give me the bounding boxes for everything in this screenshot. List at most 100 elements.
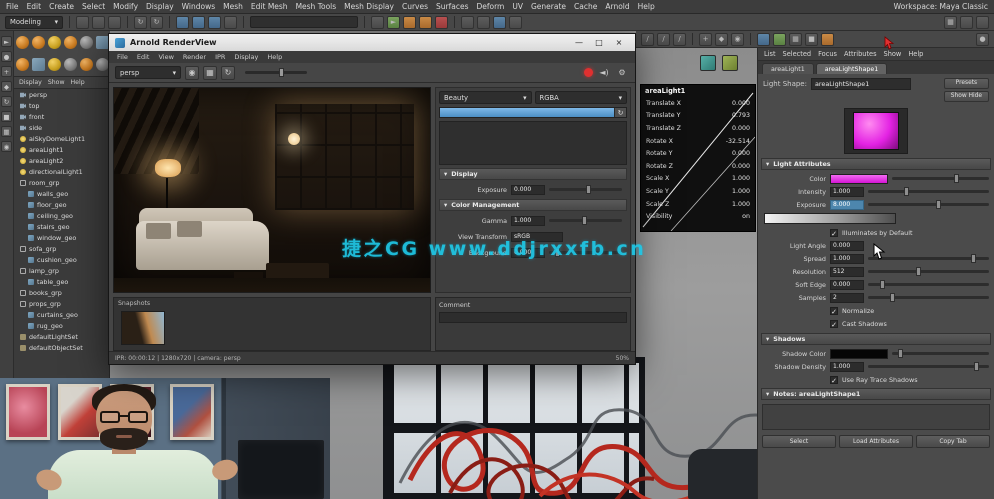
falloff-ramp[interactable] bbox=[764, 213, 896, 224]
channel-row[interactable]: Visibilityon bbox=[641, 210, 755, 223]
soft-select-icon[interactable] bbox=[773, 33, 786, 46]
checkbox[interactable]: ✓ bbox=[830, 376, 838, 384]
menu-select[interactable]: Select bbox=[82, 2, 105, 11]
resolution-slider[interactable] bbox=[868, 270, 989, 273]
shelf-material-icon[interactable] bbox=[64, 36, 77, 49]
tab-light-shape[interactable]: areaLightShape1 bbox=[816, 63, 887, 74]
record-button[interactable] bbox=[584, 68, 593, 77]
menu-edit-mesh[interactable]: Edit Mesh bbox=[251, 2, 288, 11]
spread-value[interactable]: 1.000 bbox=[830, 254, 864, 264]
outliner-item[interactable]: lamp_grp bbox=[14, 265, 109, 276]
redo-icon[interactable]: ↻ bbox=[150, 16, 163, 29]
new-scene-icon[interactable] bbox=[76, 16, 89, 29]
load-attributes-button[interactable]: Load Attributes bbox=[839, 435, 913, 448]
rendered-image[interactable] bbox=[113, 87, 431, 293]
outliner-item[interactable]: ceiling_geo bbox=[14, 210, 109, 221]
menu-selected[interactable]: Selected bbox=[783, 50, 812, 58]
menuset-dropdown[interactable]: Modeling ▾ bbox=[5, 16, 63, 29]
menu-help[interactable]: Help bbox=[267, 53, 282, 61]
shelf-ipr-icon[interactable] bbox=[32, 36, 45, 49]
snapshot-icon[interactable]: ◉ bbox=[185, 66, 199, 80]
shelf-utility-icon[interactable] bbox=[80, 36, 93, 49]
section-color-management[interactable]: ▾ Color Management bbox=[439, 199, 627, 211]
isolate-select-icon[interactable]: ● bbox=[976, 33, 989, 46]
node-name-field[interactable]: areaLightShape1 bbox=[811, 78, 911, 90]
channel-row[interactable]: Rotate Y0.000 bbox=[641, 147, 755, 160]
outliner-menu-help[interactable]: Help bbox=[71, 79, 85, 86]
menu-curves[interactable]: Curves bbox=[402, 2, 428, 11]
add-divisions-icon[interactable]: + bbox=[699, 33, 712, 46]
open-scene-icon[interactable] bbox=[92, 16, 105, 29]
symmetry-icon[interactable] bbox=[757, 33, 770, 46]
gamma-slider[interactable] bbox=[549, 219, 622, 222]
scale-tool-icon[interactable]: ■ bbox=[1, 111, 12, 122]
last-tool-icon[interactable]: ▦ bbox=[1, 126, 12, 137]
resolution-value[interactable]: 512 bbox=[830, 267, 864, 277]
section-shadows[interactable]: ▾ Shadows bbox=[761, 333, 991, 345]
menu-arnold[interactable]: Arnold bbox=[605, 2, 629, 11]
channelbox-toggle-icon[interactable] bbox=[960, 16, 973, 29]
toolbox-extra-icon[interactable] bbox=[477, 16, 490, 29]
window-titlebar[interactable]: Arnold RenderView — □ × bbox=[109, 34, 635, 51]
refresh-icon[interactable]: ↻ bbox=[221, 66, 235, 80]
channel-dropdown[interactable]: RGBA ▾ bbox=[535, 91, 628, 104]
shelf-arealight-icon[interactable] bbox=[48, 58, 61, 71]
exposure-value[interactable]: 0.000 bbox=[511, 185, 545, 195]
outliner-item[interactable]: front bbox=[14, 111, 109, 122]
menu-edit[interactable]: Edit bbox=[27, 2, 42, 11]
aov-list[interactable] bbox=[439, 121, 627, 165]
sidebar-toggle-icon[interactable]: ▦ bbox=[944, 16, 957, 29]
outliner-item[interactable]: defaultObjectSet bbox=[14, 342, 109, 353]
shelf-geo-icon[interactable] bbox=[96, 36, 109, 49]
menu-windows[interactable]: Windows bbox=[182, 2, 215, 11]
samples-slider[interactable] bbox=[868, 296, 989, 299]
checkbox[interactable]: ✓ bbox=[830, 229, 838, 237]
gamma-value[interactable]: 1.000 bbox=[511, 216, 545, 226]
outliner-item[interactable]: directionalLight1 bbox=[14, 166, 109, 177]
outliner-item[interactable]: rug_geo bbox=[14, 320, 109, 331]
light-angle-value[interactable]: 0.000 bbox=[830, 241, 864, 251]
paint-effects-icon[interactable] bbox=[461, 16, 474, 29]
outliner-item[interactable]: defaultLightSet bbox=[14, 331, 109, 342]
menu-display[interactable]: Display bbox=[234, 53, 258, 61]
channel-row[interactable]: Scale Z1.000 bbox=[641, 198, 755, 211]
target-weld-icon[interactable]: ◉ bbox=[731, 33, 744, 46]
rotate-tool-icon[interactable]: ↻ bbox=[1, 96, 12, 107]
gear-icon[interactable]: ⚙ bbox=[615, 66, 629, 80]
outliner-item[interactable]: curtains_geo bbox=[14, 309, 109, 320]
samples-value[interactable]: 2 bbox=[830, 293, 864, 303]
spread-slider[interactable] bbox=[868, 257, 989, 260]
bifrost-icon[interactable] bbox=[509, 16, 522, 29]
menu-file[interactable]: File bbox=[117, 53, 128, 61]
wireframe-icon[interactable]: ■ bbox=[805, 33, 818, 46]
tab-light-transform[interactable]: areaLight1 bbox=[762, 63, 814, 74]
aov-dropdown[interactable]: Beauty ▾ bbox=[439, 91, 532, 104]
ipr-render-icon[interactable] bbox=[419, 16, 432, 29]
shelf-render-icon[interactable] bbox=[16, 36, 29, 49]
shadow-density-value[interactable]: 1.000 bbox=[830, 362, 864, 372]
shadow-color-swatch[interactable] bbox=[830, 349, 888, 359]
curve-tool-icon[interactable]: / bbox=[641, 33, 654, 46]
close-icon[interactable]: × bbox=[609, 38, 629, 47]
outliner-item[interactable]: room_grp bbox=[14, 177, 109, 188]
snap-curve-icon[interactable] bbox=[192, 16, 205, 29]
notes-section[interactable]: ▾ Notes: areaLightShape1 bbox=[761, 388, 991, 400]
show-hide-button[interactable]: Show Hide bbox=[944, 91, 989, 102]
menu-mesh-display[interactable]: Mesh Display bbox=[344, 2, 394, 11]
pencil-tool-icon[interactable]: / bbox=[673, 33, 686, 46]
menu-view[interactable]: View bbox=[158, 53, 173, 61]
snapshots-panel[interactable]: Snapshots bbox=[113, 297, 431, 351]
outliner-item[interactable]: areaLight2 bbox=[14, 155, 109, 166]
exposure-slider[interactable] bbox=[868, 203, 989, 206]
menu-deform[interactable]: Deform bbox=[476, 2, 504, 11]
shelf-light-icon[interactable] bbox=[48, 36, 61, 49]
light-color-sample[interactable] bbox=[853, 112, 899, 150]
outliner-item[interactable]: props_grp bbox=[14, 298, 109, 309]
shelf-camera-icon[interactable] bbox=[64, 58, 77, 71]
viewport-hud-icon[interactable] bbox=[722, 55, 738, 71]
collapse-icon[interactable]: ▾ bbox=[766, 390, 769, 398]
texture-display-icon[interactable] bbox=[821, 33, 834, 46]
shelf-shader-icon[interactable] bbox=[80, 58, 93, 71]
snap-point-icon[interactable] bbox=[208, 16, 221, 29]
soft-edge-value[interactable]: 0.000 bbox=[830, 280, 864, 290]
